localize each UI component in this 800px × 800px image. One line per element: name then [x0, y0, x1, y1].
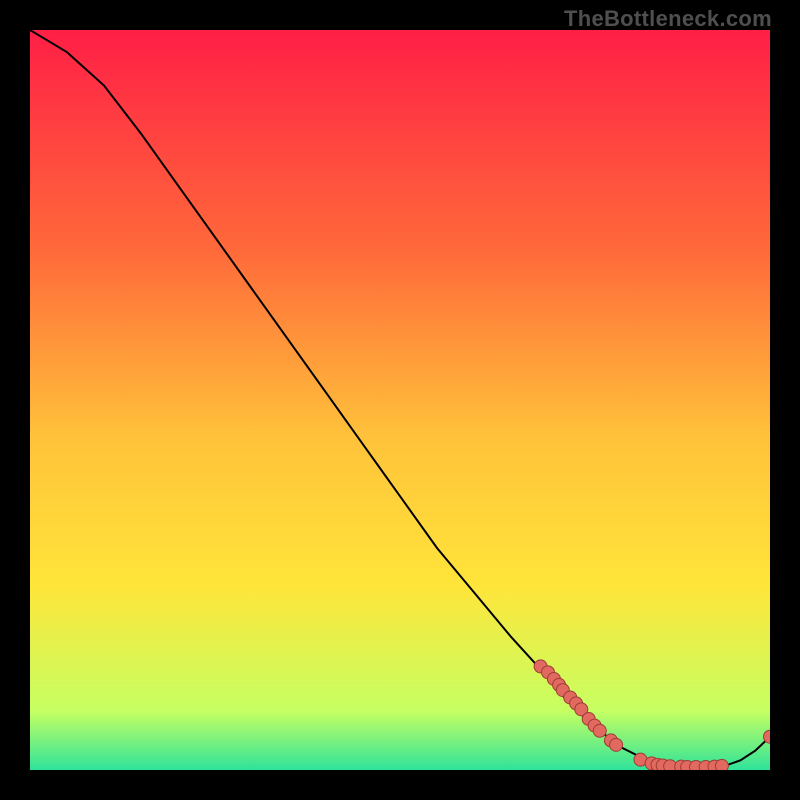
chart-stage: TheBottleneck.com	[0, 0, 800, 800]
watermark-label: TheBottleneck.com	[564, 6, 772, 32]
data-dot	[610, 738, 623, 751]
data-dot	[593, 724, 606, 737]
data-dot	[715, 759, 728, 770]
bottleneck-chart	[30, 30, 770, 770]
gradient-background	[30, 30, 770, 770]
